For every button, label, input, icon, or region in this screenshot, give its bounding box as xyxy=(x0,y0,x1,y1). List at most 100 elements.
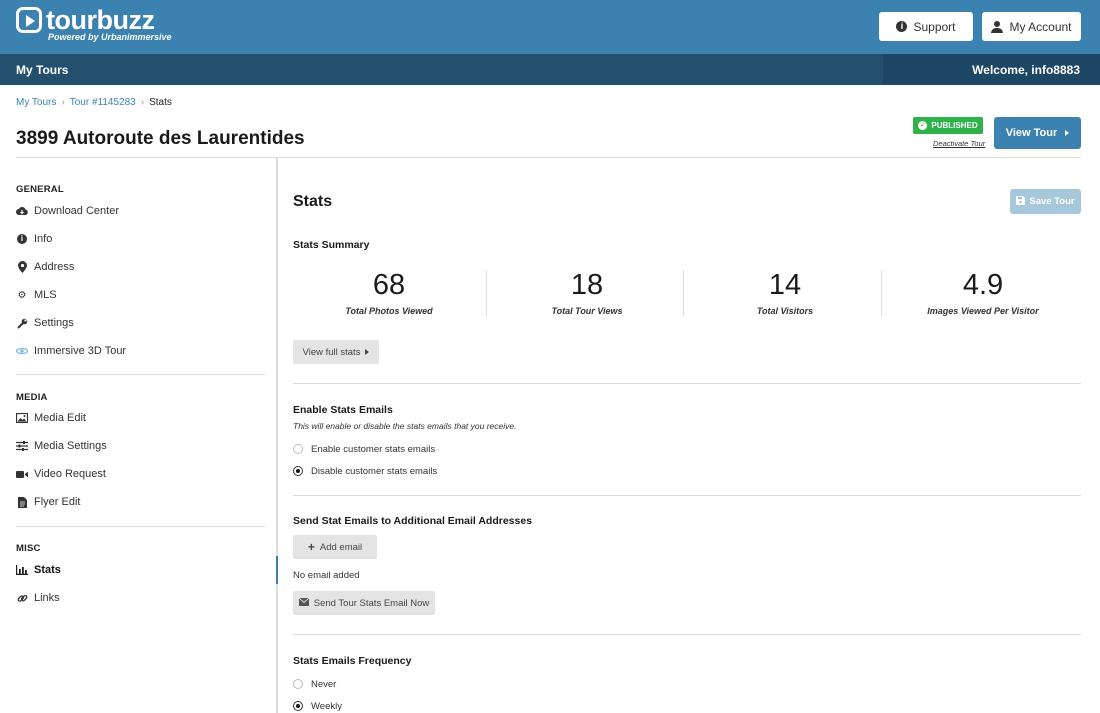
view-full-stats-label: View full stats xyxy=(302,346,361,358)
breadcrumb-my-tours[interactable]: My Tours xyxy=(16,97,56,108)
sidebar-item-label: Settings xyxy=(34,317,74,329)
envelope-icon xyxy=(298,597,310,609)
sidebar-item-label: Info xyxy=(34,233,53,245)
sidebar-item-immersive-3d-tour[interactable]: Immersive 3D Tour xyxy=(16,343,126,359)
logo-text: tourbuzz xyxy=(46,5,155,35)
sidebar-item-label: Media Settings xyxy=(34,440,107,452)
stat-label: Total Tour Views xyxy=(551,306,623,316)
sidebar-item-label: Flyer Edit xyxy=(34,496,81,508)
save-tour-button[interactable]: Save Tour xyxy=(1010,189,1081,214)
sidebar-item-label: Address xyxy=(34,261,75,273)
page-title: 3899 Autoroute des Laurentides xyxy=(16,128,305,149)
section-title: Stats xyxy=(293,193,333,210)
my-account-label: My Account xyxy=(1009,19,1072,34)
enable-stats-emails-description: This will enable or disable the stats em… xyxy=(293,421,517,431)
sidebar-item-label: Links xyxy=(34,592,60,604)
sidebar-item-info[interactable]: i Info xyxy=(16,231,52,247)
sidebar-item-label: Immersive 3D Tour xyxy=(34,345,127,357)
map-marker-icon xyxy=(16,261,28,273)
check-circle-icon: ✓ xyxy=(918,121,928,130)
sidebar-section-general: GENERAL xyxy=(16,184,64,195)
sidebar-item-label: Video Request xyxy=(34,468,106,480)
radio-label: Weekly xyxy=(311,700,342,712)
stat-separator xyxy=(486,270,487,316)
sidebar-item-media-settings[interactable]: Media Settings xyxy=(16,438,107,454)
sidebar-item-address[interactable]: Address xyxy=(16,259,74,275)
tourbuzz-logo[interactable]: tourbuzz xyxy=(16,5,155,35)
stat-label: Images Viewed Per Visitor xyxy=(927,306,1039,316)
sliders-icon xyxy=(16,440,28,452)
support-button[interactable]: i Support xyxy=(879,12,973,41)
sidebar-item-settings[interactable]: Settings xyxy=(16,315,74,331)
radio-label: Enable customer stats emails xyxy=(311,443,436,455)
gear-icon: ⚙ xyxy=(17,289,27,301)
radio-button[interactable] xyxy=(293,679,303,689)
radio-enable-stats-emails[interactable]: Enable customer stats emails xyxy=(293,443,435,455)
cloud-download-icon xyxy=(16,205,28,217)
wrench-icon xyxy=(16,317,28,329)
header-divider xyxy=(16,157,1081,158)
image-icon xyxy=(16,412,28,424)
enable-stats-emails-title: Enable Stats Emails xyxy=(293,404,393,416)
add-email-button[interactable]: + Add email xyxy=(293,535,377,559)
stat-total-visitors: 14 Total Visitors xyxy=(686,270,884,316)
view-tour-label: View Tour xyxy=(1005,127,1058,139)
play-logo-icon xyxy=(16,7,42,33)
stat-separator xyxy=(683,270,684,316)
sidebar-item-links[interactable]: Links xyxy=(16,590,60,606)
sidebar-item-video-request[interactable]: Video Request xyxy=(16,466,106,482)
sidebar-item-label: Stats xyxy=(34,564,61,576)
breadcrumb: My Tours › Tour #1145283 › Stats xyxy=(16,97,172,108)
frequency-title: Stats Emails Frequency xyxy=(293,655,412,667)
radio-label: Disable customer stats emails xyxy=(311,465,438,477)
sidebar-item-label: Download Center xyxy=(34,205,119,217)
section-divider xyxy=(293,495,1081,496)
info-icon: i xyxy=(896,21,908,32)
stat-total-photos-viewed: 68 Total Photos Viewed xyxy=(290,270,488,316)
video-camera-icon xyxy=(16,468,28,480)
deactivate-tour-link[interactable]: Deactivate Tour xyxy=(933,139,985,148)
sidebar-item-mls[interactable]: ⚙ MLS xyxy=(16,287,57,303)
radio-button[interactable] xyxy=(293,444,303,454)
stat-value: 4.9 xyxy=(962,269,1004,301)
sidebar-divider xyxy=(276,157,278,713)
no-email-text: No email added xyxy=(293,570,360,581)
logo-subtitle: Powered by Urbanimmersive xyxy=(48,32,172,42)
info-icon: i xyxy=(16,233,28,245)
sidebar-divider-1 xyxy=(16,374,265,375)
sidebar-item-label: Media Edit xyxy=(34,412,86,424)
section-divider xyxy=(293,634,1081,635)
view-tour-button[interactable]: View Tour xyxy=(994,117,1081,149)
radio-button-selected[interactable] xyxy=(293,701,303,711)
chevron-right-icon: › xyxy=(140,97,145,108)
plus-icon: + xyxy=(307,540,315,554)
breadcrumb-tour[interactable]: Tour #1145283 xyxy=(70,97,136,108)
active-indicator xyxy=(276,556,278,584)
document-icon xyxy=(16,496,28,508)
stat-label: Total Photos Viewed xyxy=(345,306,433,316)
sidebar-item-stats[interactable]: Stats xyxy=(16,562,61,578)
sidebar-item-media-edit[interactable]: Media Edit xyxy=(16,410,86,426)
3d-tour-icon xyxy=(16,345,28,357)
radio-frequency-weekly[interactable]: Weekly xyxy=(293,700,342,712)
radio-label: Never xyxy=(311,678,337,690)
stat-value: 14 xyxy=(768,269,802,301)
additional-emails-title: Send Stat Emails to Additional Email Add… xyxy=(293,515,533,527)
save-icon xyxy=(1016,195,1026,208)
sidebar-divider-2 xyxy=(16,526,265,527)
stat-label: Total Visitors xyxy=(756,306,814,316)
breadcrumb-current: Stats xyxy=(149,97,172,108)
sidebar-item-flyer-edit[interactable]: Flyer Edit xyxy=(16,494,80,510)
view-full-stats-button[interactable]: View full stats xyxy=(293,340,379,364)
radio-disable-stats-emails[interactable]: Disable customer stats emails xyxy=(293,465,437,477)
bar-chart-icon xyxy=(16,564,28,576)
sidebar-section-misc: MISC xyxy=(16,543,41,554)
nav-my-tours[interactable]: My Tours xyxy=(16,63,68,77)
my-account-button[interactable]: My Account xyxy=(982,12,1081,41)
sidebar-item-download-center[interactable]: Download Center xyxy=(16,203,119,219)
radio-button-selected[interactable] xyxy=(293,466,303,476)
status-badge: ✓ PUBLISHED xyxy=(913,117,983,134)
radio-frequency-never[interactable]: Never xyxy=(293,678,336,690)
send-stats-email-button[interactable]: Send Tour Stats Email Now xyxy=(293,591,435,615)
stat-value: 68 xyxy=(372,269,406,301)
